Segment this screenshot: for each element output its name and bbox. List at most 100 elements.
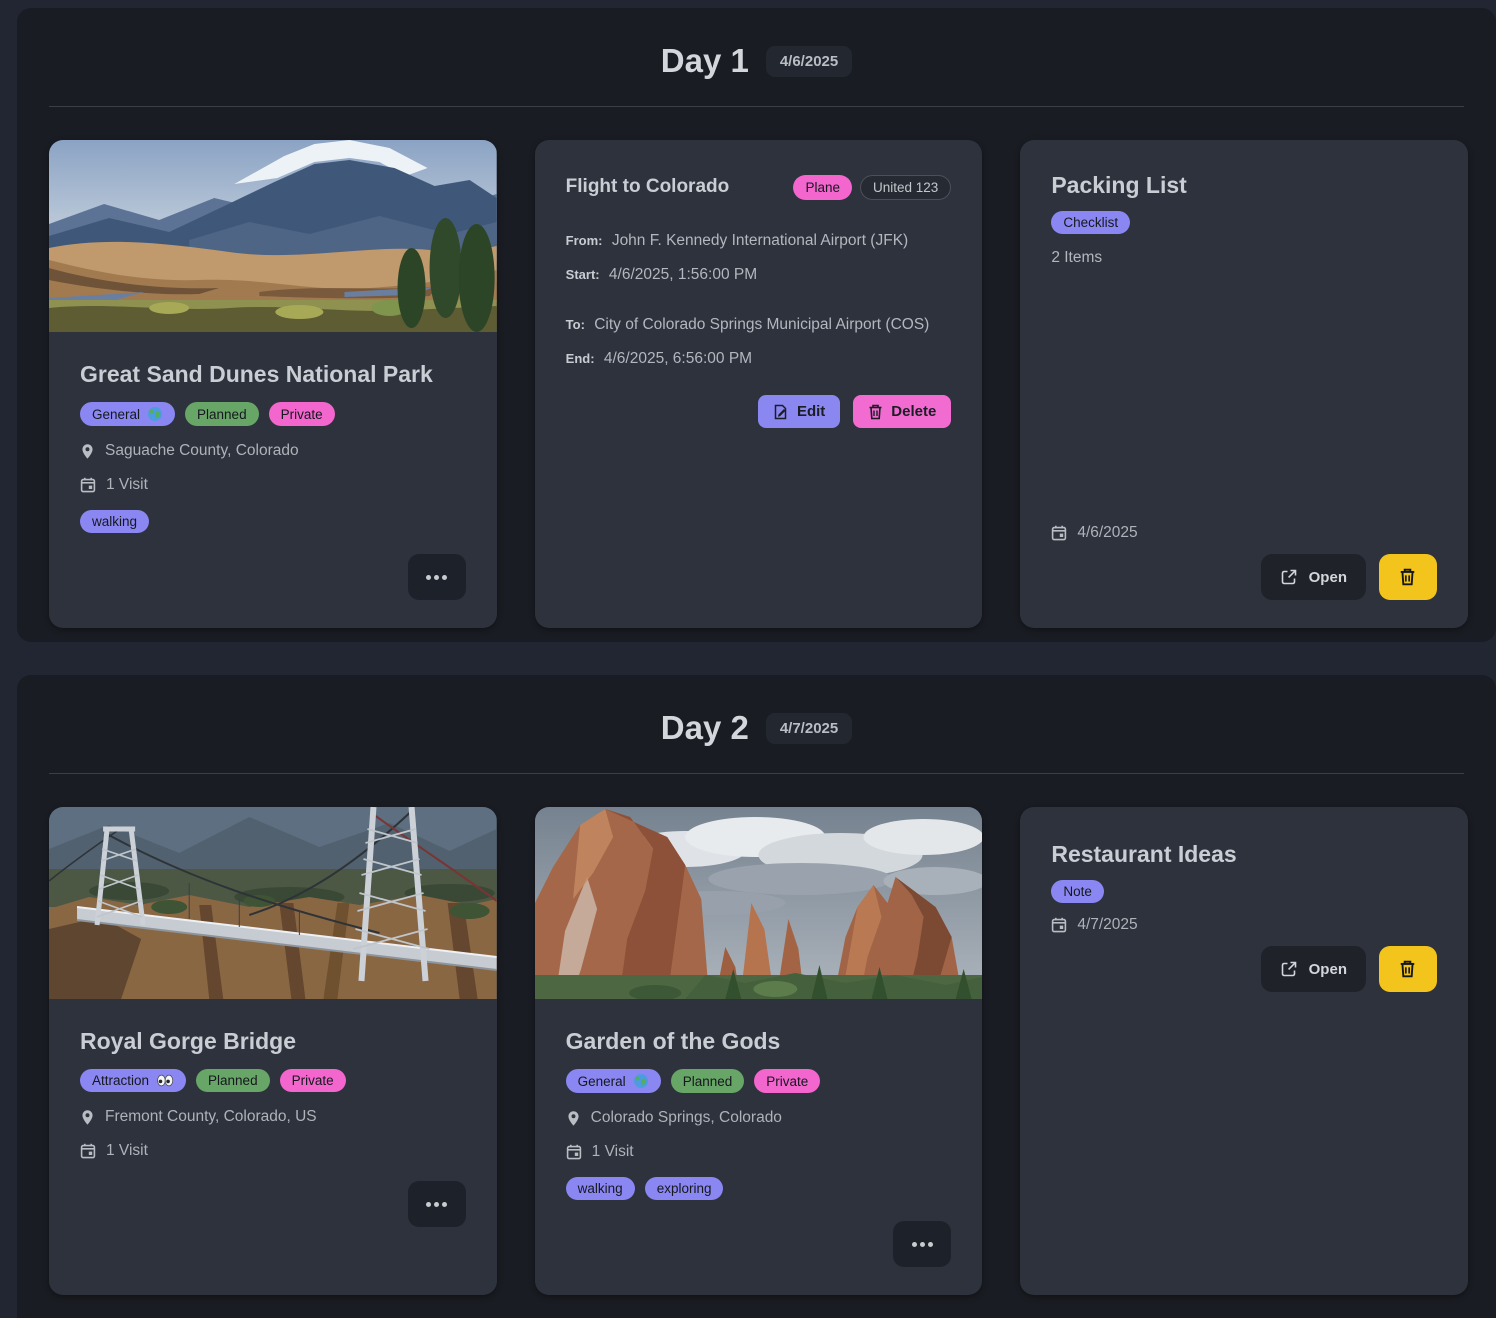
globe-icon: [147, 406, 163, 422]
day-date-badge: 4/7/2025: [766, 713, 852, 744]
open-button[interactable]: Open: [1261, 946, 1366, 992]
ellipsis-icon: [425, 575, 449, 580]
visits-row: 1 Visit: [80, 476, 466, 494]
status-badge: Planned: [196, 1069, 270, 1092]
day-title: Day 1: [661, 42, 749, 80]
note-date: 4/7/2025: [1077, 916, 1137, 934]
category-badge: Attraction: [80, 1069, 186, 1092]
ellipsis-icon: [425, 1202, 449, 1207]
location-text: Colorado Springs, Colorado: [591, 1109, 782, 1127]
day-title: Day 2: [661, 709, 749, 747]
tag-badge: walking: [80, 510, 149, 533]
trash-icon: [1399, 960, 1416, 978]
checklist-card: Packing List Checklist 2 Items 4/6/2025 …: [1020, 140, 1468, 628]
place-photo-garden: [535, 807, 983, 999]
flight-from-row: From: John F. Kennedy International Airp…: [566, 232, 952, 250]
location-row: Saguache County, Colorado: [80, 442, 466, 460]
place-title: Great Sand Dunes National Park: [80, 359, 466, 389]
flight-end-row: End: 4/6/2025, 6:56:00 PM: [566, 350, 952, 368]
location-text: Saguache County, Colorado: [105, 442, 299, 460]
flight-to-row: To: City of Colorado Springs Municipal A…: [566, 316, 952, 334]
day-2-cards: Royal Gorge Bridge Attraction Planned Pr…: [17, 774, 1496, 1318]
location-pin-icon: [80, 1109, 95, 1126]
edit-icon: [773, 404, 789, 420]
visits-row: 1 Visit: [80, 1142, 466, 1160]
visibility-badge: Private: [280, 1069, 346, 1092]
note-type-badge: Note: [1051, 880, 1104, 903]
calendar-icon: [80, 1143, 96, 1159]
open-label: Open: [1309, 569, 1347, 586]
to-value: City of Colorado Springs Municipal Airpo…: [594, 316, 929, 333]
start-label: Start:: [566, 267, 600, 282]
visibility-badge: Private: [269, 402, 335, 426]
day-date-badge: 4/6/2025: [766, 46, 852, 77]
category-label: General: [578, 1074, 626, 1089]
more-button[interactable]: [893, 1221, 951, 1267]
day-1-header: Day 1 4/6/2025: [17, 8, 1496, 80]
place-card-garden-of-the-gods: Garden of the Gods General Planned Priva…: [535, 807, 983, 1295]
place-card-great-sand-dunes: Great Sand Dunes National Park General P…: [49, 140, 497, 628]
calendar-icon: [566, 1144, 582, 1160]
items-count: 2 Items: [1051, 249, 1437, 267]
note-title: Restaurant Ideas: [1051, 839, 1437, 869]
globe-icon: [633, 1073, 649, 1089]
edit-label: Edit: [797, 403, 825, 420]
ellipsis-icon: [910, 1242, 934, 1247]
calendar-icon: [1051, 917, 1067, 933]
checklist-title: Packing List: [1051, 170, 1437, 200]
category-label: General: [92, 407, 140, 422]
to-label: To:: [566, 317, 585, 332]
checklist-date-row: 4/6/2025: [1051, 524, 1437, 542]
flight-type-badge: Plane: [793, 175, 852, 200]
status-badge: Planned: [185, 402, 259, 426]
flight-title: Flight to Colorado: [566, 172, 730, 202]
location-row: Fremont County, Colorado, US: [80, 1108, 466, 1126]
calendar-icon: [1051, 525, 1067, 541]
place-title: Garden of the Gods: [566, 1026, 952, 1056]
checklist-type-badge: Checklist: [1051, 211, 1130, 234]
day-2-section: Day 2 4/7/2025: [17, 675, 1496, 1318]
category-label: Attraction: [92, 1073, 149, 1088]
delete-button[interactable]: Delete: [853, 395, 951, 428]
category-badge: General: [80, 402, 175, 426]
visits-text: 1 Visit: [592, 1143, 634, 1161]
visits-text: 1 Visit: [106, 1142, 148, 1160]
trash-icon: [1399, 568, 1416, 586]
day-1-section: Day 1 4/6/2025: [17, 8, 1496, 642]
flight-number-badge: United 123: [860, 175, 951, 200]
visits-text: 1 Visit: [106, 476, 148, 494]
flight-card: Flight to Colorado Plane United 123 From…: [535, 140, 983, 628]
note-date-row: 4/7/2025: [1051, 916, 1437, 934]
delete-note-button[interactable]: [1379, 946, 1437, 992]
end-value: 4/6/2025, 6:56:00 PM: [604, 350, 752, 367]
start-value: 4/6/2025, 1:56:00 PM: [609, 266, 757, 283]
place-title: Royal Gorge Bridge: [80, 1026, 466, 1056]
delete-checklist-button[interactable]: [1379, 554, 1437, 600]
open-button[interactable]: Open: [1261, 554, 1366, 600]
location-text: Fremont County, Colorado, US: [105, 1108, 317, 1126]
open-label: Open: [1309, 961, 1347, 978]
delete-label: Delete: [891, 403, 936, 420]
external-link-icon: [1280, 960, 1298, 978]
checklist-date: 4/6/2025: [1077, 524, 1137, 542]
visits-row: 1 Visit: [566, 1143, 952, 1161]
visibility-badge: Private: [754, 1069, 820, 1093]
note-card: Restaurant Ideas Note 4/7/2025 Open: [1020, 807, 1468, 1295]
flight-start-row: Start: 4/6/2025, 1:56:00 PM: [566, 266, 952, 284]
tag-badge: exploring: [645, 1177, 724, 1200]
more-button[interactable]: [408, 554, 466, 600]
calendar-icon: [80, 477, 96, 493]
location-pin-icon: [566, 1110, 581, 1127]
location-pin-icon: [80, 443, 95, 460]
external-link-icon: [1280, 568, 1298, 586]
status-badge: Planned: [671, 1069, 745, 1093]
eyes-icon: [156, 1074, 174, 1087]
more-button[interactable]: [408, 1181, 466, 1227]
location-row: Colorado Springs, Colorado: [566, 1109, 952, 1127]
day-2-header: Day 2 4/7/2025: [17, 675, 1496, 747]
category-badge: General: [566, 1069, 661, 1093]
from-value: John F. Kennedy International Airport (J…: [612, 232, 908, 249]
from-label: From:: [566, 233, 603, 248]
place-photo-dunes: [49, 140, 497, 332]
edit-button[interactable]: Edit: [758, 395, 840, 428]
